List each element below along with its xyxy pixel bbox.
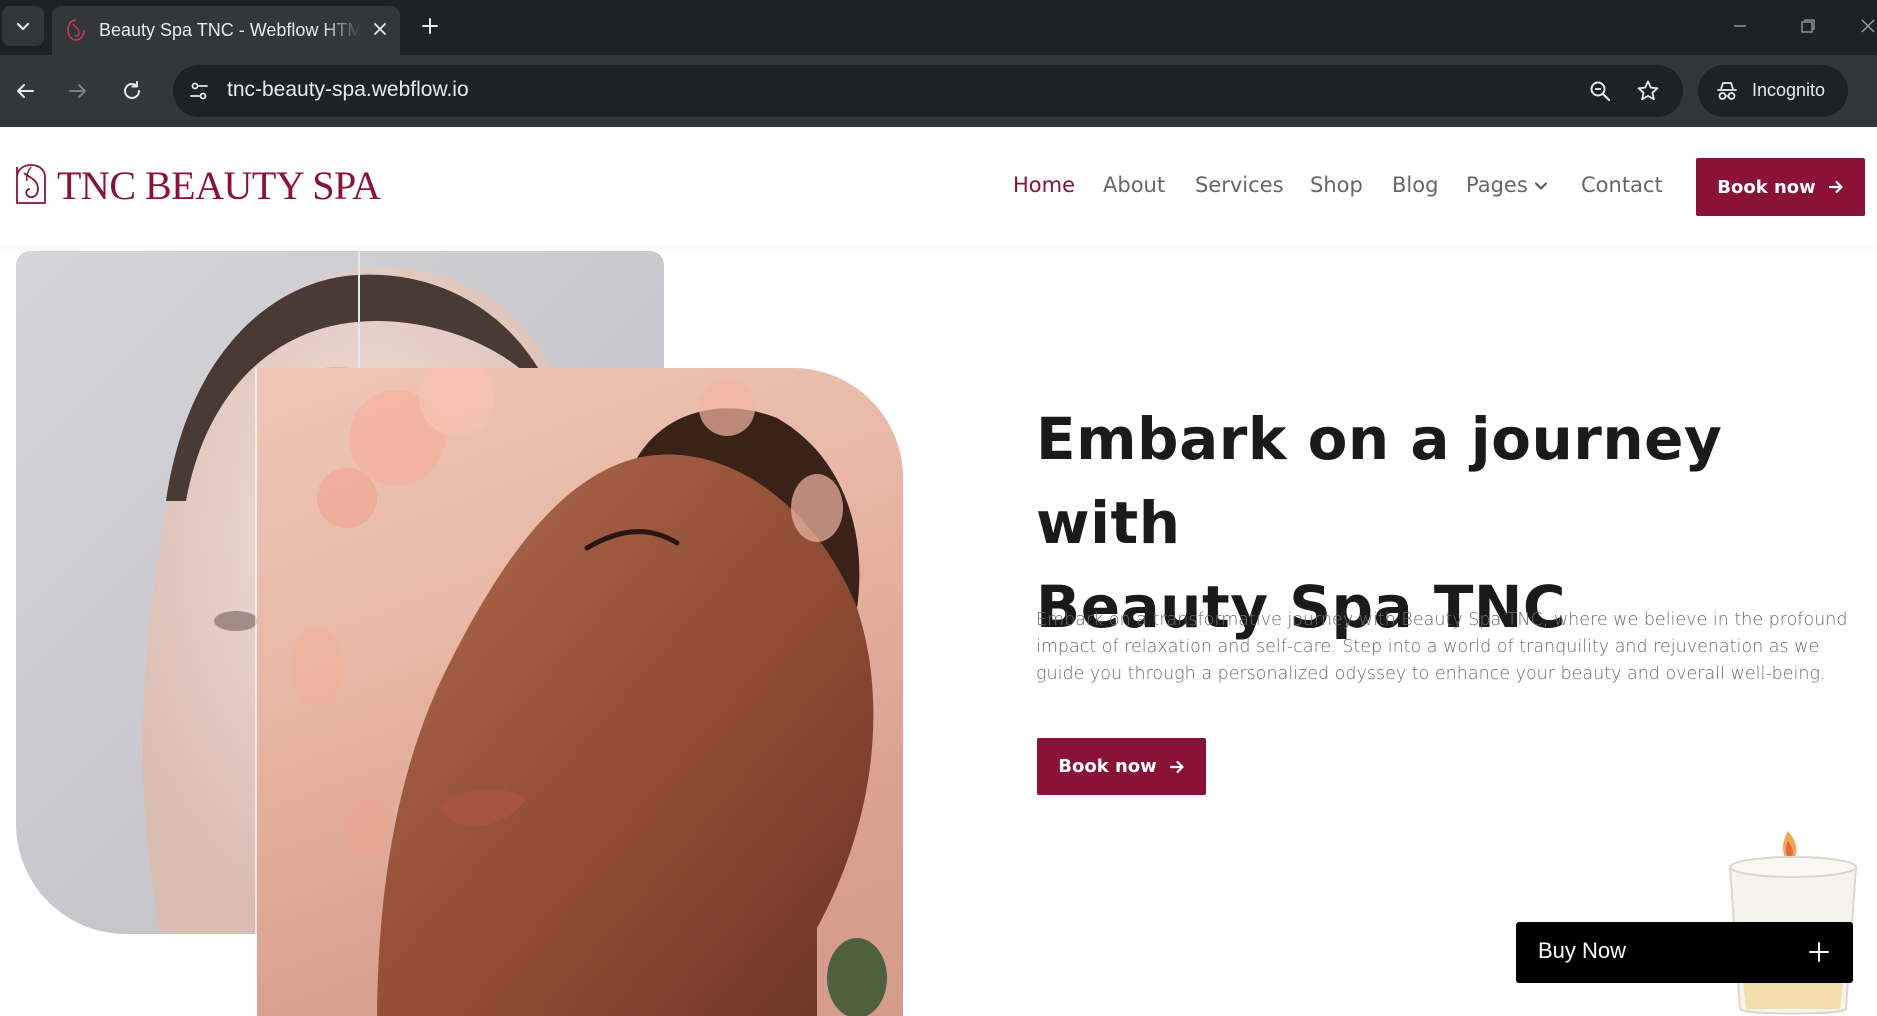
- hero-book-now-label: Book now: [1058, 756, 1157, 777]
- address-bar[interactable]: tnc-beauty-spa.webflow.io: [173, 65, 1683, 117]
- nav-link-contact[interactable]: Contact: [1581, 173, 1663, 197]
- bookmark-button[interactable]: [1635, 78, 1661, 104]
- hero-description: Embark on a transformative journey with …: [1036, 610, 1848, 684]
- chevron-down-icon: [1534, 182, 1547, 190]
- nav-link-about[interactable]: About: [1103, 173, 1165, 197]
- browser-toolbar: tnc-beauty-spa.webflow.io Incognito: [0, 55, 1877, 127]
- nav-link-pages[interactable]: Pages: [1466, 173, 1548, 197]
- restore-icon: [1801, 19, 1815, 33]
- new-tab-button[interactable]: [414, 10, 446, 42]
- nav-link-pages-label: Pages: [1466, 173, 1528, 197]
- flowers-face-illustration: [291, 368, 887, 1016]
- header-book-now-button[interactable]: Book now: [1696, 158, 1865, 216]
- website-viewport: TNC BEAUTY SPA Home About Services Shop …: [0, 127, 1877, 1016]
- zoom-icon: [1590, 81, 1611, 102]
- header-book-now-label: Book now: [1717, 176, 1816, 198]
- candle-image: [1728, 831, 1858, 1015]
- reload-icon: [124, 81, 140, 99]
- tab-close-button[interactable]: [367, 16, 393, 42]
- nav-link-blog[interactable]: Blog: [1392, 173, 1438, 197]
- brand-name: TNC BEAUTY SPA: [57, 162, 381, 208]
- minimize-button[interactable]: [1720, 10, 1760, 42]
- arrow-right-icon: [1169, 760, 1184, 773]
- arrow-right-icon: [69, 84, 86, 98]
- hero-image-woman-flowers: [257, 368, 903, 1016]
- incognito-label: Incognito: [1752, 80, 1826, 100]
- active-tab[interactable]: Beauty Spa TNC - Webflow HTML: [52, 6, 400, 55]
- buy-now-label: Buy Now: [1538, 938, 1627, 963]
- arrow-left-icon: [17, 84, 34, 98]
- site-header: TNC BEAUTY SPA Home About Services Shop …: [0, 127, 1877, 247]
- incognito-icon: [1717, 82, 1737, 100]
- spa-logo-icon: [16, 164, 46, 204]
- arrow-right-icon: [1828, 180, 1843, 194]
- zoom-button[interactable]: [1587, 78, 1613, 104]
- reload-button[interactable]: [114, 73, 150, 109]
- hero-heading-line-1: Embark on a journey with: [1036, 405, 1723, 557]
- tab-title: Beauty Spa TNC - Webflow HTML: [99, 20, 361, 40]
- buy-now-button[interactable]: Buy Now: [1516, 922, 1853, 983]
- nav-link-shop[interactable]: Shop: [1310, 173, 1363, 197]
- tab-search-button[interactable]: [2, 6, 44, 46]
- forward-button[interactable]: [60, 73, 96, 109]
- tune-icon[interactable]: [187, 79, 211, 103]
- back-button[interactable]: [7, 73, 43, 109]
- hero-book-now-button[interactable]: Book now: [1037, 738, 1206, 795]
- nav-link-services[interactable]: Services: [1195, 173, 1284, 197]
- plus-icon: [422, 18, 438, 34]
- chevron-down-icon: [16, 22, 30, 31]
- incognito-profile-button[interactable]: Incognito: [1698, 65, 1848, 117]
- brand-home-link[interactable]: TNC BEAUTY SPA: [14, 161, 381, 209]
- nav-link-home[interactable]: Home: [1013, 173, 1075, 197]
- minimize-icon: [1734, 25, 1746, 27]
- plus-icon: [1809, 942, 1829, 962]
- url-text[interactable]: tnc-beauty-spa.webflow.io: [227, 78, 469, 102]
- close-window-icon: [1861, 19, 1875, 33]
- close-window-button[interactable]: [1848, 10, 1877, 42]
- star-icon: [1637, 80, 1659, 101]
- restore-button[interactable]: [1788, 10, 1828, 42]
- spa-logo-icon: [67, 19, 85, 41]
- browser-tab-strip: Beauty Spa TNC - Webflow HTML: [0, 0, 1877, 55]
- close-icon: [374, 23, 386, 35]
